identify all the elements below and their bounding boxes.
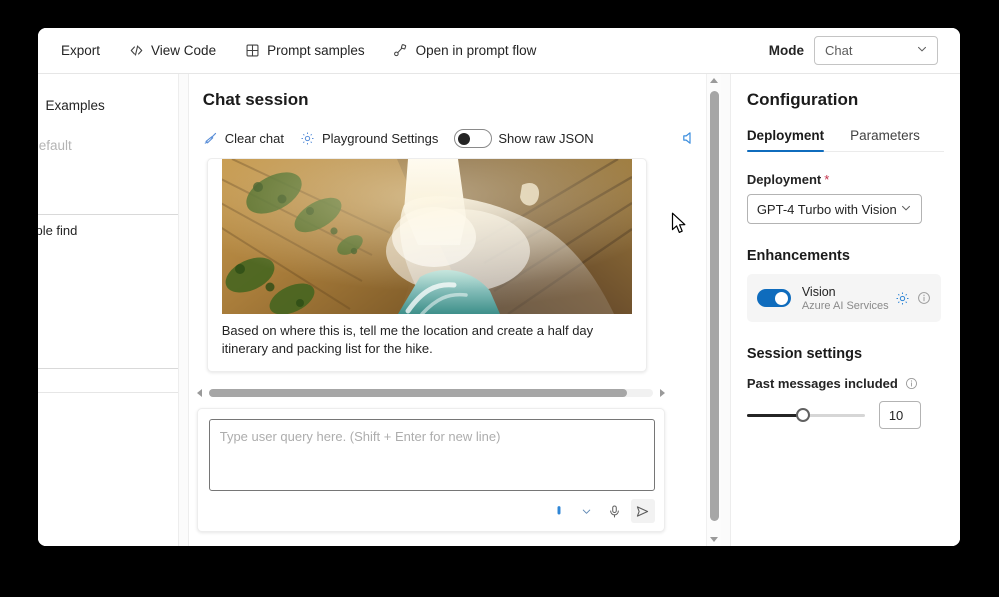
- left-panel-subtext: o default: [38, 138, 72, 153]
- hscroll-thumb[interactable]: [208, 389, 627, 397]
- tab-deployment[interactable]: Deployment: [746, 128, 825, 152]
- open-in-prompt-flow-label: Open in prompt flow: [415, 43, 537, 58]
- message-attachment-image[interactable]: [221, 159, 632, 314]
- past-messages-value[interactable]: 10: [878, 401, 921, 429]
- chat-session-panel: Chat session Clear chat Playground Setti…: [187, 74, 721, 546]
- past-messages-row: 10: [746, 401, 944, 429]
- command-bar: Export View Code Prompt samples Open in …: [38, 28, 960, 74]
- message-text: Based on where this is, tell me the loca…: [221, 323, 594, 356]
- messages-horizontal-scrollbar[interactable]: [196, 386, 665, 400]
- broom-icon: [203, 130, 219, 146]
- left-panel-tabs: a Examples: [38, 98, 105, 113]
- past-messages-label: Past messages included: [747, 376, 944, 391]
- vision-enhancement-card: Vision Azure AI Services: [746, 274, 941, 322]
- chat-message-user: Based on where this is, tell me the loca…: [206, 158, 647, 373]
- slider-fill: [746, 413, 803, 417]
- show-raw-json-label: Show raw JSON: [498, 130, 594, 146]
- system-message-textarea[interactable]: [38, 214, 178, 369]
- prompt-samples-label: Prompt samples: [267, 43, 365, 58]
- vision-toggle[interactable]: [756, 289, 791, 307]
- chevron-down-icon: [915, 42, 929, 59]
- vision-subtitle: Azure AI Services: [801, 299, 889, 312]
- left-panel-divider: [38, 392, 178, 393]
- left-tab-examples[interactable]: Examples: [46, 98, 105, 113]
- mode-select[interactable]: Chat: [814, 36, 938, 65]
- send-icon[interactable]: [630, 499, 655, 523]
- past-messages-slider[interactable]: [746, 406, 865, 424]
- chevron-down-icon: [899, 201, 913, 218]
- deployment-label-text: Deployment: [746, 172, 822, 187]
- code-icon: [128, 43, 144, 59]
- deployment-field-label: Deployment *: [747, 172, 944, 187]
- info-icon[interactable]: [917, 291, 931, 305]
- vision-card-texts: Vision Azure AI Services: [802, 285, 889, 312]
- user-query-input[interactable]: [208, 419, 655, 491]
- slider-thumb[interactable]: [795, 408, 810, 422]
- message-composer: [196, 408, 665, 532]
- open-in-prompt-flow-button[interactable]: Open in prompt flow: [384, 36, 546, 66]
- view-code-button[interactable]: View Code: [119, 36, 225, 66]
- content-columns: a Examples o default Chat session Clear …: [38, 74, 960, 546]
- panel-scroll-thumb[interactable]: [709, 91, 719, 521]
- messages-scroll-area[interactable]: Based on where this is, tell me the loca…: [202, 158, 673, 378]
- gear-icon: [300, 130, 316, 146]
- info-icon[interactable]: [905, 377, 918, 390]
- playground-settings-button[interactable]: Playground Settings: [300, 130, 438, 146]
- deployment-select-value: GPT-4 Turbo with Vision: [756, 201, 897, 217]
- past-messages-label-text: Past messages included: [746, 376, 898, 391]
- grid-icon: [244, 43, 260, 59]
- view-code-label: View Code: [151, 43, 217, 58]
- panel-scroll-down-arrow-icon[interactable]: [709, 537, 718, 542]
- hscroll-track[interactable]: [208, 389, 653, 397]
- clear-chat-label: Clear chat: [224, 130, 284, 146]
- show-raw-json-toggle[interactable]: [454, 128, 493, 148]
- export-label: Export: [61, 43, 101, 58]
- configuration-panel: Configuration Deployment Parameters Depl…: [729, 74, 960, 546]
- vision-card-icons: [895, 291, 931, 306]
- configuration-tabs: Deployment Parameters: [746, 128, 944, 152]
- deployment-select[interactable]: GPT-4 Turbo with Vision: [746, 194, 922, 224]
- microphone-icon[interactable]: [603, 499, 627, 523]
- mode-group: Mode Chat: [769, 36, 938, 65]
- vision-title: Vision: [801, 284, 836, 299]
- session-settings-heading: Session settings: [746, 346, 863, 362]
- speaker-icon[interactable]: [681, 130, 697, 146]
- mode-select-value: Chat: [825, 43, 853, 58]
- show-raw-json-group: Show raw JSON: [454, 128, 594, 148]
- required-indicator: *: [824, 172, 830, 187]
- tab-parameters[interactable]: Parameters: [850, 128, 920, 151]
- flow-icon: [393, 43, 409, 59]
- toggle-knob: [458, 132, 471, 145]
- mode-label: Mode: [768, 43, 804, 58]
- export-button[interactable]: Export: [52, 36, 109, 66]
- prompt-samples-button[interactable]: Prompt samples: [235, 36, 374, 66]
- attachment-icon[interactable]: [547, 499, 571, 523]
- chat-panel-vertical-scrollbar[interactable]: [705, 74, 721, 546]
- configuration-title: Configuration: [746, 90, 859, 109]
- left-setup-panel: a Examples o default: [38, 74, 179, 546]
- scroll-left-arrow-icon[interactable]: [196, 389, 202, 397]
- enhancements-heading: Enhancements: [746, 248, 850, 264]
- toggle-knob: [775, 291, 789, 305]
- chat-toolbar: Clear chat Playground Settings Show raw …: [203, 126, 697, 150]
- composer-actions: [547, 499, 655, 523]
- app-window: Export View Code Prompt samples Open in …: [38, 28, 960, 546]
- panel-scroll-up-arrow-icon[interactable]: [709, 78, 718, 83]
- clear-chat-button[interactable]: Clear chat: [203, 130, 284, 146]
- playground-settings-label: Playground Settings: [321, 130, 439, 146]
- chevron-down-icon[interactable]: [575, 499, 599, 523]
- page-title: Chat session: [202, 90, 309, 109]
- gear-icon[interactable]: [895, 291, 910, 306]
- scroll-right-arrow-icon[interactable]: [659, 389, 665, 397]
